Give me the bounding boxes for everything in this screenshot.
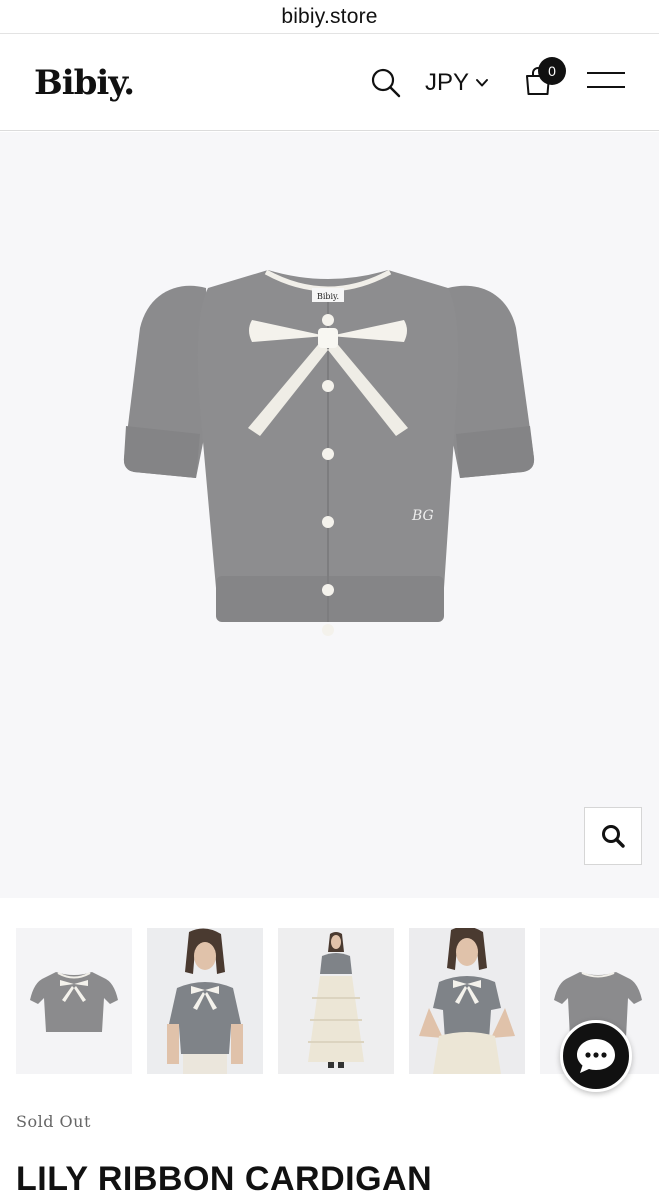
currency-code: JPY [425,69,470,96]
chevron-down-icon [476,79,489,87]
hamburger-menu-icon [587,72,625,88]
product-main-image[interactable]: Bibiy. BG [0,132,659,898]
search-icon [602,825,625,848]
currency-selector[interactable]: JPY [425,68,489,98]
thumbnail-model-hands-on-hips[interactable] [409,928,525,1074]
zoom-button[interactable] [584,807,642,865]
search-button[interactable] [370,67,402,99]
garment-tag-text: Bibiy. [317,292,339,301]
cart-count-badge: 0 [538,57,566,85]
thumbnail-image [419,928,515,1074]
thumbnail-product-front[interactable] [16,928,132,1074]
chat-bubble-icon [577,1039,615,1073]
thumbnail-image [167,928,243,1074]
thumbnail-image [308,932,364,1068]
thumbnail-image [30,972,118,1032]
garment-monogram: BG [411,508,434,524]
browser-url[interactable]: bibiy.store [281,5,377,29]
menu-button[interactable] [586,69,626,93]
site-logo[interactable]: Bibiy. [34,63,135,103]
product-title: LILY RIBBON CARDIGAN [16,1160,433,1198]
thumbnail-model-front-closeup[interactable] [147,928,263,1074]
chat-button[interactable] [560,1020,632,1092]
search-icon [371,68,401,98]
cardigan-image: Bibiy. BG [123,269,535,636]
thumbnail-model-full-length[interactable] [278,928,394,1074]
browser-address-bar[interactable]: bibiy.store [0,0,659,34]
site-header: Bibiy. JPY 0 [0,35,659,131]
stock-status: Sold Out [16,1112,91,1131]
